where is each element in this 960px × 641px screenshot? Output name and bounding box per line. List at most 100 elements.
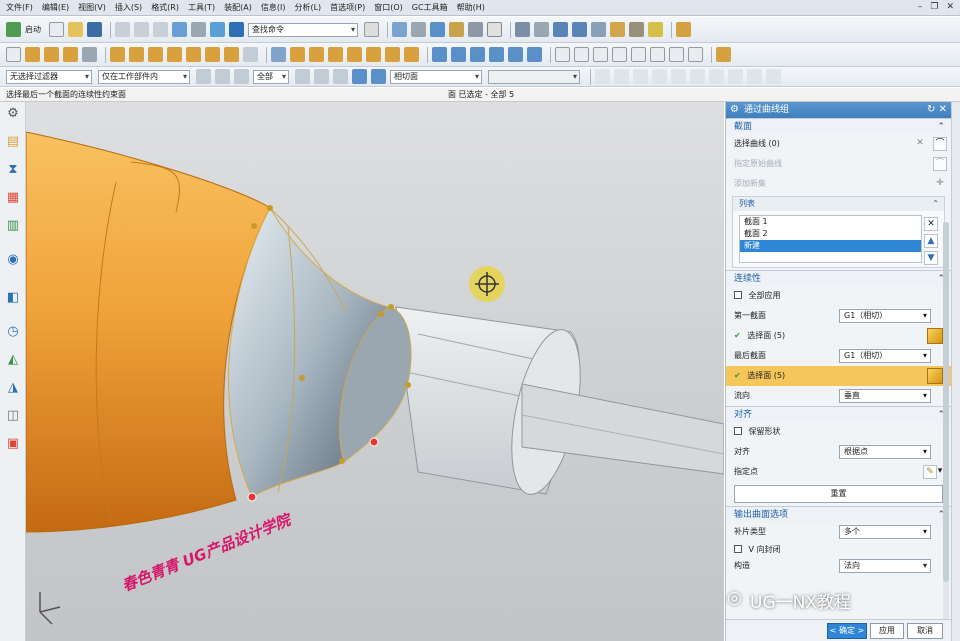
move-component-icon[interactable] [534,22,549,37]
curve-tool-icon[interactable] [610,22,625,37]
ok-button[interactable]: < 确定 > [827,623,867,639]
sketch-icon[interactable] [6,47,21,62]
v-closed-row[interactable]: V 向封闭 [726,542,951,558]
constraint-icon[interactable] [572,22,587,37]
menu-insert[interactable]: 插入(S) [115,2,142,13]
select-face-1-row[interactable]: ✔ 选择面 (5) [726,326,951,346]
last-section-select[interactable]: G1（相切） [839,349,931,363]
surface-icon[interactable] [271,47,286,62]
bridge-icon[interactable] [347,47,362,62]
arc-icon[interactable] [574,47,589,62]
pull-face-icon[interactable] [470,47,485,62]
wave-icon[interactable] [553,22,568,37]
shell-icon[interactable] [205,47,220,62]
sew-icon[interactable] [404,47,419,62]
menu-view[interactable]: 视图(V) [78,2,106,13]
settings-icon[interactable]: ⚙ [5,106,21,122]
open-icon[interactable] [68,22,83,37]
web-browser-icon[interactable]: ◉ [5,252,21,268]
cancel-button[interactable]: 取消 [907,623,943,639]
scroll-thumb[interactable] [943,222,949,582]
curve-selector-icon[interactable]: ⌒ [933,137,947,151]
search-icon[interactable] [364,22,379,37]
assembly-navigator-icon[interactable]: ▤ [5,134,21,150]
align-select[interactable]: 根据点 [839,445,931,459]
replace-face-icon[interactable] [508,47,523,62]
snap-on-curve-icon[interactable] [728,69,743,84]
lasso-icon[interactable] [314,69,329,84]
chevron-up-icon[interactable]: ⌃ [932,197,939,211]
graphics-viewport[interactable]: 春色青青 UG产品设计学院 [26,102,724,641]
flow-direction-select[interactable]: 垂直 [839,389,931,403]
view-orient-icon[interactable] [430,22,445,37]
apply-all-checkbox[interactable] [734,291,742,299]
snap-center-icon[interactable] [671,69,686,84]
history-icon[interactable]: ◧ [5,290,21,306]
revolve-icon[interactable] [44,47,59,62]
filter-icon[interactable] [196,69,211,84]
list-item[interactable]: 截面 2 [740,228,921,240]
assembly-icon[interactable] [515,22,530,37]
render-style-icon[interactable] [411,22,426,37]
deselect-icon[interactable]: ✕ [913,137,927,151]
feature-select-icon[interactable] [352,69,367,84]
add-new-set-row[interactable]: 添加新集 ✚ [726,174,951,194]
draft-icon[interactable] [224,47,239,62]
palette-icon[interactable]: ▣ [5,436,21,452]
bridge-curve-icon[interactable] [669,47,684,62]
menu-analysis[interactable]: 分析(L) [294,2,321,13]
list-item-selected[interactable]: 新建 [740,240,921,252]
curve-rule-select[interactable] [488,69,580,84]
trim-body-icon[interactable] [385,47,400,62]
origin-curve-icon[interactable]: ⌒ [933,157,947,171]
face-selector-icon[interactable] [927,328,943,344]
snap-endpoint-icon[interactable] [595,69,610,84]
list-header[interactable]: 列表 ⌃ [733,197,944,211]
chevron-up-icon[interactable]: ⌃ [937,119,945,135]
menu-help[interactable]: 帮助(H) [457,2,485,13]
help-icon[interactable] [676,22,691,37]
document-icon[interactable] [648,22,663,37]
new-file-icon[interactable] [49,22,64,37]
background-icon[interactable] [468,22,483,37]
repeat-command-icon[interactable] [191,22,206,37]
pattern-icon[interactable] [243,47,258,62]
command-search-input[interactable]: 查找命令 [248,22,358,37]
trim-curve-icon[interactable] [688,47,703,62]
scope-select[interactable]: 仅在工作部件内 [98,69,190,84]
patch-type-select[interactable]: 多个 [839,525,931,539]
undo-icon[interactable] [172,22,187,37]
offset-surface-icon[interactable] [366,47,381,62]
chamfer-icon[interactable] [186,47,201,62]
menu-edit[interactable]: 编辑(E) [42,2,69,13]
through-mesh-icon[interactable] [309,47,324,62]
reset-icon[interactable]: ↻ [927,104,935,115]
move-up-icon[interactable]: ▲ [924,234,938,248]
spline-icon[interactable] [593,47,608,62]
snap-quadrant-icon[interactable] [690,69,705,84]
move-down-icon[interactable]: ▼ [924,251,938,265]
add-set-icon[interactable]: ✚ [933,177,947,191]
display-icon[interactable] [487,22,502,37]
start-icon[interactable] [6,22,21,37]
select-curve-row[interactable]: 选择曲线 (0) ✕ ⌒ [726,134,951,154]
intersect-curve-icon[interactable] [650,47,665,62]
select-scope-all[interactable]: 全部 [253,69,289,84]
select-mode-icon[interactable] [234,69,249,84]
first-section-select[interactable]: G1（相切） [839,309,931,323]
specify-origin-row[interactable]: 指定原始曲线 ⌒ [726,154,951,174]
offset-region-icon[interactable] [489,47,504,62]
delete-face-icon[interactable] [527,47,542,62]
reuse-library-icon[interactable]: ▥ [5,218,21,234]
snap-on-face-icon[interactable] [747,69,762,84]
menu-format[interactable]: 格式(R) [151,2,179,13]
gear-icon[interactable]: ⚙ [730,102,739,118]
move-face-icon[interactable] [451,47,466,62]
minimize-icon[interactable]: – [918,2,923,12]
section-header-continuity[interactable]: 连续性 ⌃ [726,270,951,286]
cut-icon[interactable] [115,22,130,37]
dialog-scrollbar[interactable] [943,222,949,622]
list-item[interactable]: 截面 1 [740,216,921,228]
datum-plane-icon[interactable] [82,47,97,62]
rectangle-select-icon[interactable] [333,69,348,84]
